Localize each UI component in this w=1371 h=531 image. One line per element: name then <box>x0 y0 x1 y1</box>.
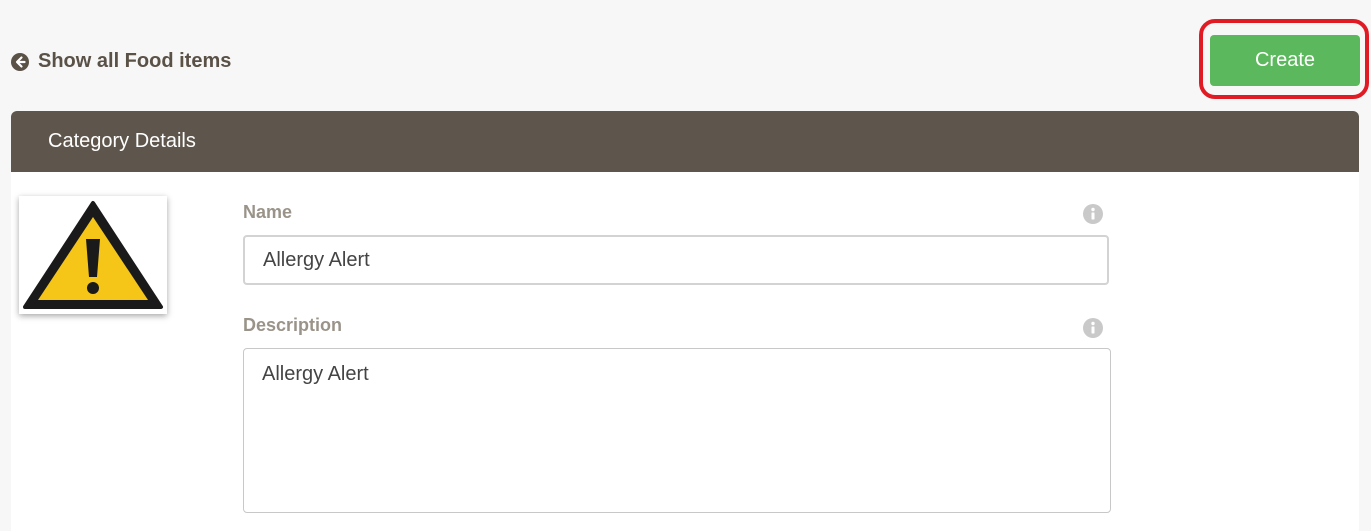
warning-triangle-icon <box>23 201 163 309</box>
description-label: Description <box>243 315 343 335</box>
back-to-food-items-link[interactable]: Show all Food items <box>10 50 231 73</box>
description-field[interactable]: Allergy Alert <box>243 348 1111 513</box>
category-details-panel: Category Details Name Description Allerg… <box>11 111 1359 531</box>
info-icon[interactable] <box>1083 318 1103 338</box>
panel-title: Category Details <box>48 130 196 152</box>
page-scrollbar-gutter <box>1360 111 1371 531</box>
arrow-left-circle-icon <box>10 52 30 72</box>
category-image[interactable] <box>19 196 167 314</box>
back-link-label: Show all Food items <box>38 50 232 72</box>
name-field[interactable] <box>243 235 1109 285</box>
create-button[interactable]: Create <box>1210 35 1360 86</box>
name-label: Name <box>243 202 293 222</box>
panel-header: Category Details <box>11 111 1359 172</box>
info-icon[interactable] <box>1083 204 1103 224</box>
